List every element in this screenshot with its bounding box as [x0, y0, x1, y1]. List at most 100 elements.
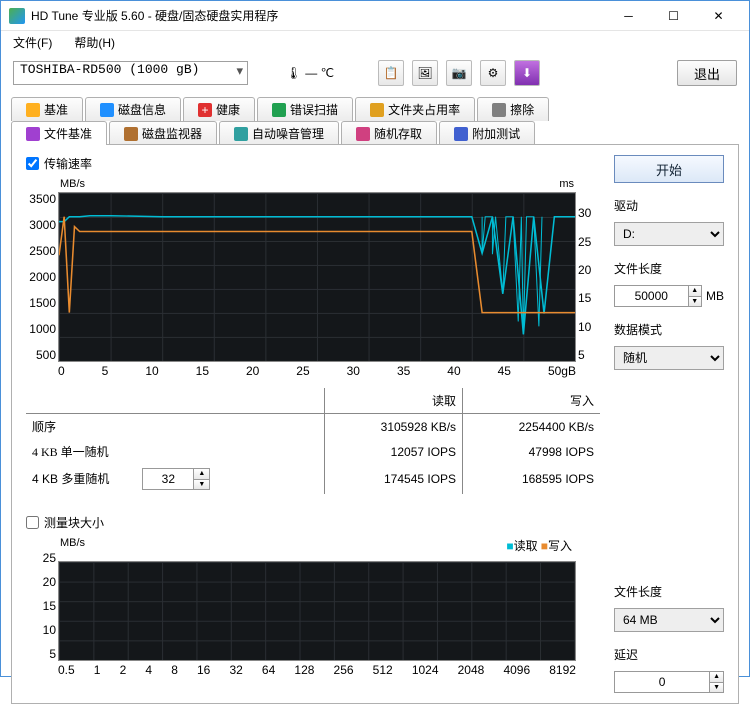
drive-letter-select[interactable]: D:: [614, 222, 724, 246]
file-length2-label: 文件长度: [614, 583, 724, 600]
window-title: HD Tune 专业版 5.60 - 硬盘/固态硬盘实用程序: [31, 7, 606, 24]
copy-info-button[interactable]: 📋: [378, 60, 404, 86]
benchmark-icon: [26, 103, 40, 117]
data-mode-label: 数据模式: [614, 321, 724, 338]
spin-up[interactable]: ▲: [688, 286, 701, 297]
title-bar: HD Tune 专业版 5.60 - 硬盘/固态硬盘实用程序 ─ ☐ ✕: [1, 1, 749, 31]
file-benchmark-icon: [26, 127, 40, 141]
col-write: 写入: [463, 388, 600, 414]
toolbar: TOSHIBA-RD500 (1000 gB) 🌡 — ℃ 📋 🖼 📷 ⚙ ⬇ …: [1, 53, 749, 93]
spin-up[interactable]: ▲: [709, 672, 723, 683]
file-length-input[interactable]: [615, 286, 688, 306]
extra-button[interactable]: ⬇: [514, 60, 540, 86]
block-size-checkbox[interactable]: 测量块大小: [26, 514, 600, 531]
tab-label: 健康: [216, 101, 240, 118]
delay-label: 延迟: [614, 646, 724, 663]
tab-label: 错误扫描: [290, 101, 338, 118]
random-icon: [356, 127, 370, 141]
spin-down[interactable]: ▼: [709, 683, 723, 693]
tab-label: 文件夹占用率: [388, 101, 460, 118]
temperature-display: 🌡 — ℃: [286, 66, 334, 80]
y-axis-right: 30252015105: [578, 192, 598, 362]
checkbox-label: 测量块大小: [44, 514, 104, 531]
y-axis-left: 350030002500200015001000500: [28, 192, 56, 362]
info-icon: [100, 103, 114, 117]
x-axis: 05101520253035404550gB: [58, 364, 576, 378]
table-row: 顺序3105928 KB/s2254400 KB/s: [26, 414, 600, 440]
clipboard-icon: 📋: [384, 66, 399, 80]
tab-erase[interactable]: 擦除: [477, 97, 549, 121]
close-button[interactable]: ✕: [696, 2, 741, 30]
tab-random-access[interactable]: 随机存取: [341, 121, 437, 145]
image-icon: 🖼: [417, 66, 432, 80]
erase-icon: [492, 103, 506, 117]
exit-button[interactable]: 退出: [677, 60, 737, 86]
spin-down[interactable]: ▼: [688, 297, 701, 307]
arrow-down-icon: ⬇: [522, 66, 532, 80]
table-row: 4 KB 单一随机12057 IOPS47998 IOPS: [26, 439, 600, 464]
tab-disk-monitor[interactable]: 磁盘监视器: [109, 121, 217, 145]
chart-lines: [59, 193, 575, 361]
file-length-unit: MB: [706, 289, 724, 303]
tab-error-scan[interactable]: 错误扫描: [257, 97, 353, 121]
col-read: 读取: [324, 388, 462, 414]
options-button[interactable]: ⚙: [480, 60, 506, 86]
menu-file[interactable]: 文件(F): [7, 32, 58, 53]
monitor-icon: [124, 127, 138, 141]
checkbox-label: 传输速率: [44, 155, 92, 172]
extra-tests-icon: [454, 127, 468, 141]
thermometer-icon: 🌡: [286, 66, 301, 80]
spin-down[interactable]: ▼: [193, 480, 209, 490]
transfer-chart: [58, 192, 576, 362]
y-unit-right: ms: [559, 178, 574, 190]
file-length2-select[interactable]: 64 MB: [614, 608, 724, 632]
aam-icon: [234, 127, 248, 141]
drive-select[interactable]: TOSHIBA-RD500 (1000 gB): [13, 61, 248, 85]
transfer-rate-check-input[interactable]: [26, 157, 39, 170]
data-mode-select[interactable]: 随机: [614, 346, 724, 370]
maximize-button[interactable]: ☐: [651, 2, 696, 30]
tab-label: 文件基准: [44, 125, 92, 142]
transfer-rate-checkbox[interactable]: 传输速率: [26, 155, 600, 172]
tab-label: 磁盘信息: [118, 101, 166, 118]
delay-input[interactable]: [615, 672, 709, 692]
health-icon: +: [198, 103, 212, 117]
scan-icon: [272, 103, 286, 117]
results-table: 读取写入 顺序3105928 KB/s2254400 KB/s 4 KB 单一随…: [26, 388, 600, 494]
queue-depth-input[interactable]: [143, 469, 193, 489]
y-unit-left: MB/s: [60, 178, 85, 190]
tab-benchmark[interactable]: 基准: [11, 97, 83, 121]
tab-file-benchmark[interactable]: 文件基准: [11, 121, 107, 145]
start-button[interactable]: 开始: [614, 155, 724, 183]
app-icon: [9, 8, 25, 24]
block-chart: [58, 561, 576, 661]
gear-icon: ⚙: [488, 66, 499, 80]
tab-label: 随机存取: [374, 125, 422, 142]
tab-aam[interactable]: 自动噪音管理: [219, 121, 339, 145]
tab-extra-tests[interactable]: 附加测试: [439, 121, 535, 145]
tab-folder-usage[interactable]: 文件夹占用率: [355, 97, 475, 121]
save-screenshot-button[interactable]: 📷: [446, 60, 472, 86]
legend: ■读取 ■写入: [506, 537, 572, 554]
temp-value: — ℃: [305, 66, 334, 80]
queue-depth-spinner[interactable]: ▲▼: [142, 468, 210, 490]
x-axis: 0.512481632641282565121024204840968192: [58, 663, 576, 677]
spin-up[interactable]: ▲: [193, 469, 209, 480]
tab-label: 磁盘监视器: [142, 125, 202, 142]
y-unit-left: MB/s: [60, 537, 85, 549]
menu-bar: 文件(F) 帮助(H): [1, 31, 749, 53]
file-length-label: 文件长度: [614, 260, 724, 277]
file-length-spinner[interactable]: ▲▼: [614, 285, 702, 307]
folder-icon: [370, 103, 384, 117]
tab-label: 附加测试: [472, 125, 520, 142]
tab-container: 基准 磁盘信息 + 健康 错误扫描 文件夹占用率 擦除 文件基准 磁盘监视器 自动…: [1, 93, 749, 145]
copy-screenshot-button[interactable]: 🖼: [412, 60, 438, 86]
tab-health[interactable]: + 健康: [183, 97, 255, 121]
minimize-button[interactable]: ─: [606, 2, 651, 30]
drive-label: 驱动: [614, 197, 724, 214]
delay-spinner[interactable]: ▲▼: [614, 671, 724, 693]
block-size-check-input[interactable]: [26, 516, 39, 529]
tab-label: 擦除: [510, 101, 534, 118]
menu-help[interactable]: 帮助(H): [68, 32, 121, 53]
tab-info[interactable]: 磁盘信息: [85, 97, 181, 121]
